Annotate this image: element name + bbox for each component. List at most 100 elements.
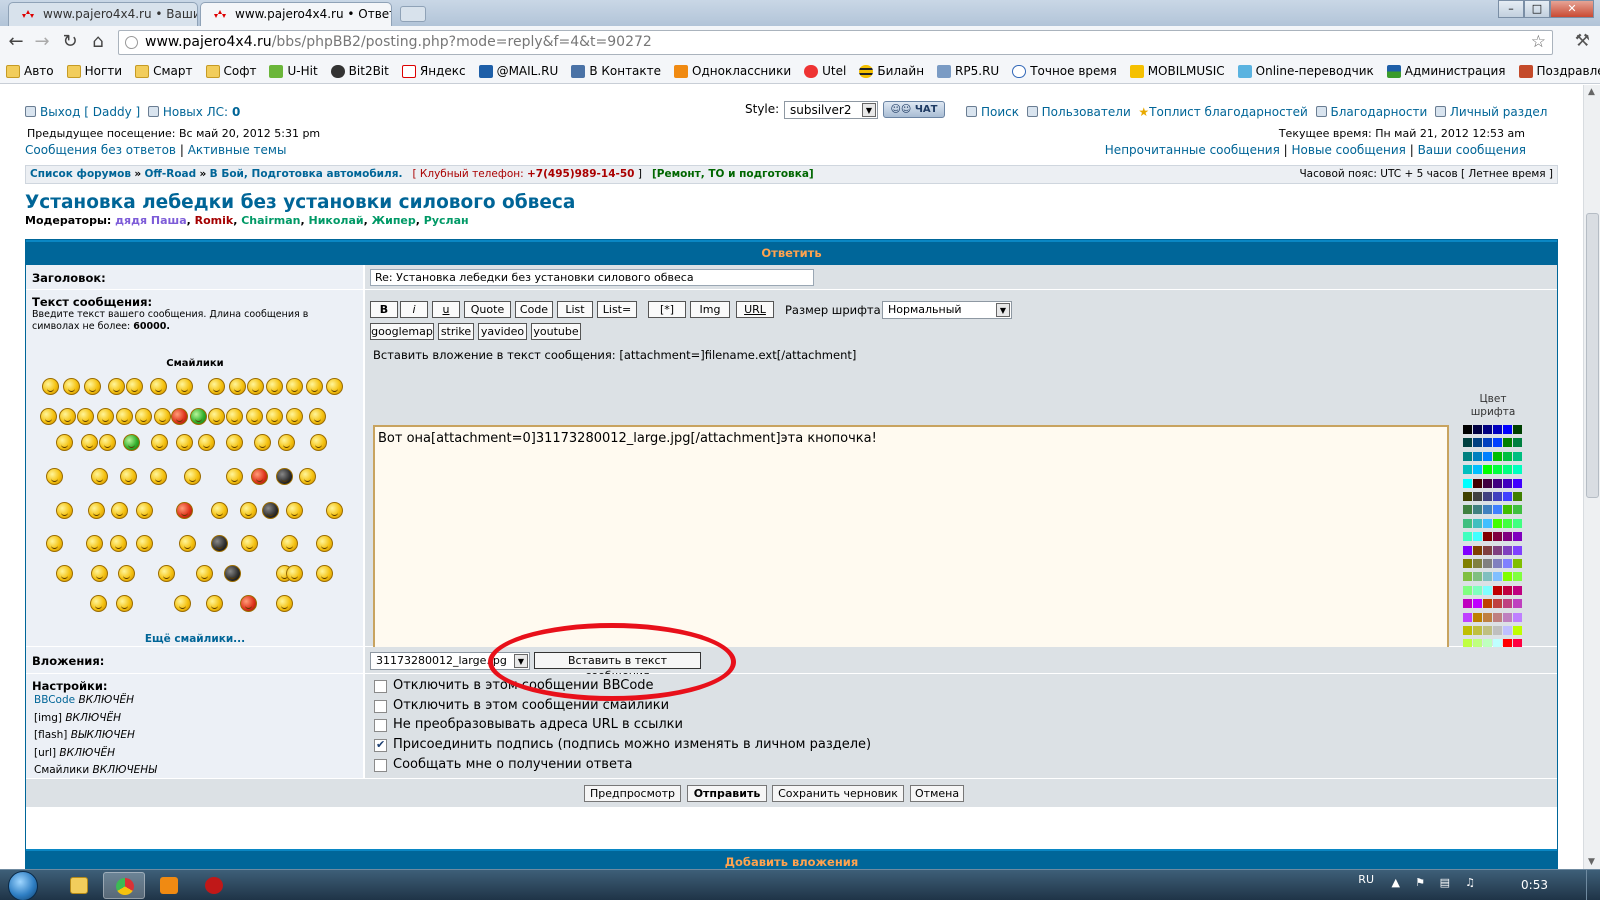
home-icon[interactable]: ⌂ [87, 31, 109, 53]
smiley-icon[interactable] [184, 468, 201, 485]
taskbar-app[interactable] [193, 872, 235, 899]
color-swatch[interactable] [1463, 451, 1472, 461]
smiley-icon[interactable] [150, 468, 167, 485]
smiley-icon[interactable] [151, 434, 168, 451]
smiley-icon[interactable] [46, 535, 63, 552]
color-swatch[interactable] [1483, 451, 1492, 461]
show-desktop-button[interactable] [1586, 870, 1600, 900]
color-swatch[interactable] [1473, 492, 1482, 501]
your-posts-link[interactable]: Ваши сообщения [1418, 143, 1526, 157]
bbcode-button[interactable]: List [557, 301, 593, 318]
smiley-icon[interactable] [276, 595, 293, 612]
new-pm-link[interactable]: Новых ЛС: [163, 105, 228, 119]
color-swatch[interactable] [1463, 505, 1472, 515]
color-swatch[interactable] [1503, 425, 1512, 434]
color-swatch[interactable] [1503, 559, 1512, 568]
smiley-icon[interactable] [136, 502, 153, 519]
smiley-icon[interactable] [126, 378, 143, 395]
bookmark-folder[interactable]: Смарт [135, 59, 193, 83]
bookmark-item[interactable]: Поздравления [1518, 59, 1600, 83]
moderator-link[interactable]: дядя Паша [115, 214, 186, 227]
smiley-icon[interactable] [309, 408, 326, 425]
color-swatch[interactable] [1493, 438, 1502, 448]
color-swatch[interactable] [1473, 626, 1482, 635]
smiley-icon[interactable] [198, 434, 215, 451]
color-swatch[interactable] [1513, 626, 1522, 635]
color-swatch[interactable] [1483, 532, 1492, 542]
smiley-icon[interactable] [118, 565, 135, 582]
smiley-icon[interactable] [136, 535, 153, 552]
color-swatch[interactable] [1473, 465, 1482, 475]
more-smilies-link[interactable]: Ещё смайлики... [26, 633, 364, 645]
smiley-icon[interactable] [56, 434, 73, 451]
color-swatch[interactable] [1503, 438, 1512, 448]
smiley-icon[interactable] [174, 595, 191, 612]
color-swatch[interactable] [1473, 559, 1482, 568]
option-checkbox[interactable] [374, 738, 387, 753]
style-select[interactable]: subsilver2 ▼ [784, 101, 878, 119]
smiley-icon[interactable] [81, 434, 98, 451]
color-swatch[interactable] [1473, 599, 1482, 609]
smiley-icon[interactable] [266, 378, 283, 395]
forward-icon[interactable]: → [31, 31, 53, 53]
smiley-icon[interactable] [299, 468, 316, 485]
logout-link[interactable]: Выход [ Daddy ] [40, 105, 140, 119]
bookmark-folder[interactable]: Софт [205, 59, 256, 83]
color-swatch[interactable] [1513, 559, 1522, 568]
bbcode-button[interactable]: Quote [464, 301, 511, 318]
taskbar-chrome[interactable] [103, 872, 145, 899]
smiley-icon[interactable] [266, 408, 283, 425]
volume-icon[interactable]: ♫ [1465, 876, 1475, 889]
show-hidden-icon[interactable]: ▲ [1392, 876, 1400, 889]
smiley-icon[interactable] [154, 408, 171, 425]
smiley-icon[interactable] [226, 468, 243, 485]
smiley-icon[interactable] [276, 468, 293, 485]
color-swatch[interactable] [1483, 572, 1492, 582]
extra-bbcode-button[interactable]: yavideo [478, 323, 527, 340]
color-swatch[interactable] [1493, 518, 1502, 528]
color-swatch[interactable] [1493, 585, 1502, 595]
color-swatch[interactable] [1493, 425, 1502, 434]
smiley-icon[interactable] [108, 378, 125, 395]
smiley-icon[interactable] [91, 468, 108, 485]
color-swatch[interactable] [1473, 518, 1482, 528]
bbcode-button[interactable]: u [432, 301, 460, 318]
smiley-icon[interactable] [190, 408, 207, 425]
unread-link[interactable]: Непрочитанные сообщения [1105, 143, 1280, 157]
color-swatch[interactable] [1463, 585, 1472, 595]
color-swatch[interactable] [1493, 559, 1502, 568]
color-swatch[interactable] [1513, 572, 1522, 582]
color-swatch[interactable] [1483, 478, 1492, 488]
cancel-button[interactable]: Отмена [910, 785, 964, 802]
breadcrumb-forum-list[interactable]: Список форумов [30, 168, 131, 180]
bookmark-item[interactable]: MOBILMUSIC [1129, 59, 1225, 83]
bookmark-item[interactable]: Bit2Bit [330, 59, 389, 83]
smiley-icon[interactable] [42, 378, 59, 395]
smiley-icon[interactable] [316, 535, 333, 552]
color-swatch[interactable] [1513, 518, 1522, 528]
color-swatch[interactable] [1463, 599, 1472, 609]
color-swatch[interactable] [1503, 626, 1512, 635]
color-swatch[interactable] [1493, 612, 1502, 622]
nav-profile[interactable]: Личный раздел [1450, 105, 1548, 119]
bbcode-button[interactable]: Code [515, 301, 553, 318]
color-swatch[interactable] [1463, 612, 1472, 622]
color-swatch[interactable] [1483, 612, 1492, 622]
nav-thanks[interactable]: Благодарности [1331, 105, 1428, 119]
active-topics-link[interactable]: Активные темы [188, 143, 287, 157]
smiley-icon[interactable] [135, 408, 152, 425]
color-swatch[interactable] [1503, 585, 1512, 595]
bookmark-item[interactable]: U-Hit [269, 59, 318, 83]
scroll-down-icon[interactable]: ▼ [1588, 857, 1595, 867]
smiley-icon[interactable] [226, 434, 243, 451]
color-swatch[interactable] [1483, 545, 1492, 555]
smiley-icon[interactable] [254, 434, 271, 451]
bookmark-item[interactable]: RP5.RU [937, 59, 999, 83]
wrench-menu-icon[interactable]: ⚒ [1575, 31, 1590, 51]
smiley-icon[interactable] [77, 408, 94, 425]
moderator-link[interactable]: Николай [309, 214, 364, 227]
color-swatch[interactable] [1503, 492, 1512, 501]
nav-search[interactable]: Поиск [981, 105, 1019, 119]
smiley-icon[interactable] [211, 502, 228, 519]
color-swatch[interactable] [1463, 572, 1472, 582]
